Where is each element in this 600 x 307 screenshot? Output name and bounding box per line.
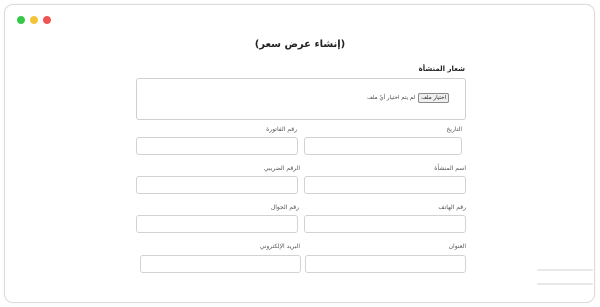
invoice-number-label: رقم الفاتورة <box>266 126 297 133</box>
mobile-number-label: رقم الجوال <box>270 204 299 211</box>
phone-number-input[interactable] <box>304 215 466 233</box>
establishment-name-input[interactable] <box>304 176 466 194</box>
address-label: العنوان <box>448 243 466 250</box>
invoice-number-input[interactable] <box>136 137 298 155</box>
decorative-line <box>537 269 593 271</box>
email-input[interactable] <box>140 255 301 273</box>
file-status-text: لم يتم اختيار أيّ ملف <box>367 95 416 101</box>
date-input[interactable] <box>304 137 462 155</box>
minimize-button[interactable] <box>30 16 38 24</box>
logo-section-label: شعار المنشأة <box>418 65 465 73</box>
email-label: البريد الإلكتروني <box>259 243 300 250</box>
choose-file-button[interactable]: اختيار ملف <box>418 93 449 103</box>
close-button[interactable] <box>43 16 51 24</box>
establishment-name-label: اسم المنشأة <box>434 165 466 172</box>
tax-number-input[interactable] <box>136 176 298 194</box>
phone-number-label: رقم الهاتف <box>438 204 466 211</box>
mobile-number-input[interactable] <box>136 215 298 233</box>
address-input[interactable] <box>305 255 466 273</box>
file-input[interactable]: اختيار ملف لم يتم اختيار أيّ ملف <box>367 93 449 103</box>
tax-number-label: الرقم الضريبي <box>263 165 300 172</box>
window-controls <box>17 16 51 24</box>
maximize-button[interactable] <box>17 16 25 24</box>
page-title: (إنشاء عرض سعر) <box>254 39 346 50</box>
logo-upload-area: اختيار ملف لم يتم اختيار أيّ ملف <box>136 78 466 120</box>
date-label: التاريخ <box>446 126 462 133</box>
decorative-line <box>537 283 593 285</box>
